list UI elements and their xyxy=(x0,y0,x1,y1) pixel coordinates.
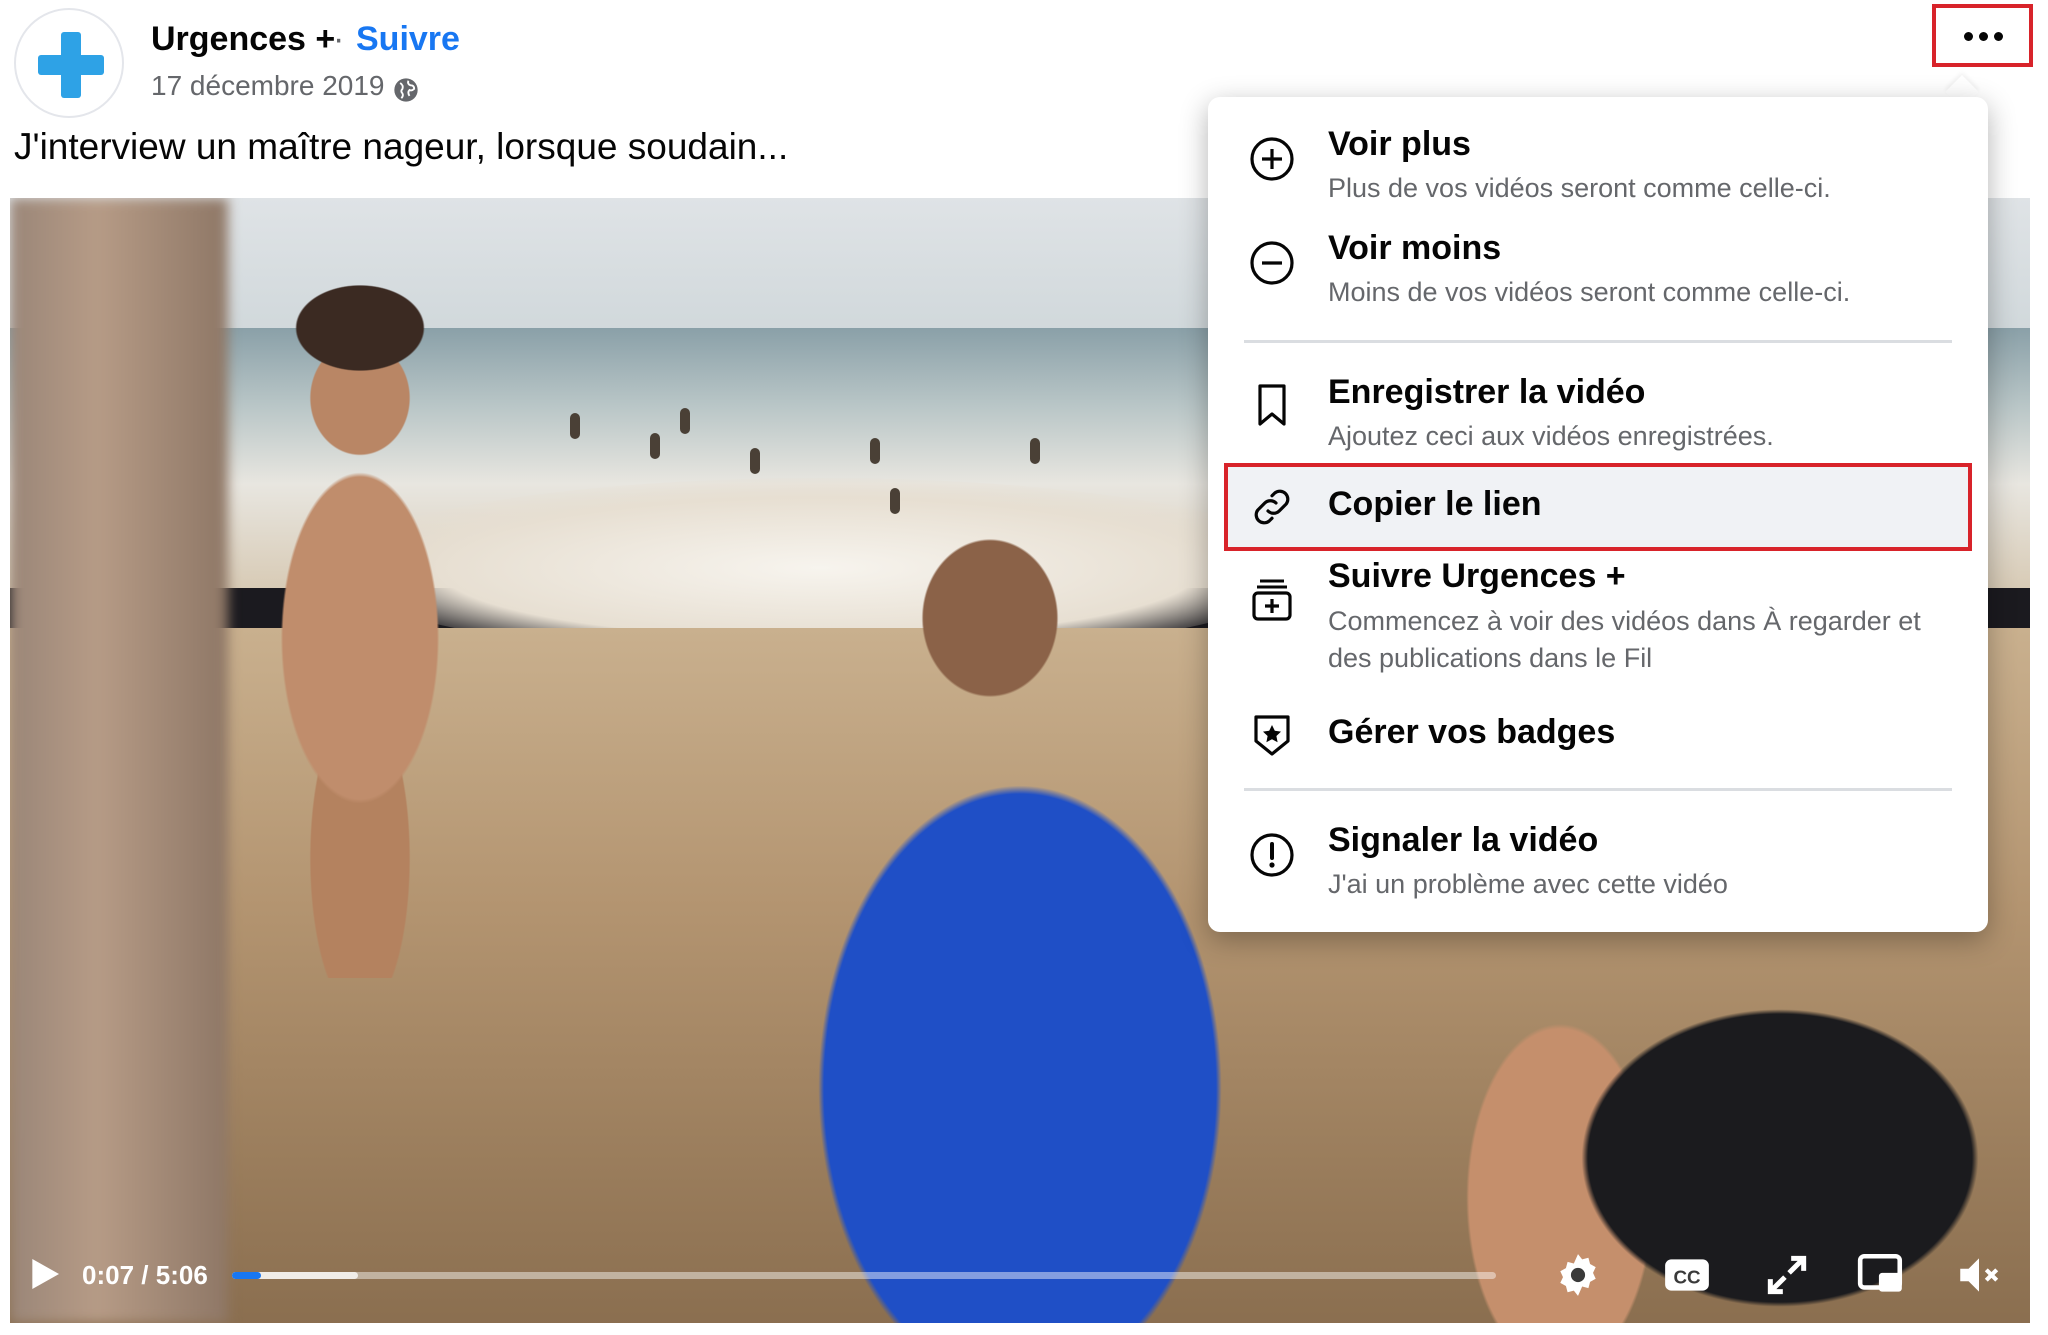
menu-divider xyxy=(1244,340,1952,343)
play-icon[interactable] xyxy=(24,1254,64,1294)
menu-item-signaler[interactable]: Signaler la vidéo J'ai un problème avec … xyxy=(1220,809,1976,919)
follow-link[interactable]: Suivre xyxy=(356,20,460,59)
more-options-button[interactable] xyxy=(1932,4,2033,67)
more-horizontal-icon xyxy=(1964,32,2003,41)
menu-item-title: Voir moins xyxy=(1328,229,1502,267)
menu-item-title: Voir plus xyxy=(1328,125,1471,163)
avatar-cross-horizontal xyxy=(38,55,104,75)
captions-icon[interactable]: CC xyxy=(1662,1250,1712,1300)
menu-item-title: Suivre Urgences + xyxy=(1328,557,1626,595)
menu-item-enregistrer[interactable]: Enregistrer la vidéo Ajoutez ceci aux vi… xyxy=(1220,359,1976,463)
menu-item-gerer-badges[interactable]: Gérer vos badges xyxy=(1220,697,1976,787)
menu-item-copier-lien[interactable]: Copier le lien xyxy=(1224,463,1972,551)
volume-muted-icon[interactable] xyxy=(1954,1250,2004,1300)
menu-item-title: Enregistrer la vidéo xyxy=(1328,373,1646,411)
menu-item-title: Copier le lien xyxy=(1328,485,1542,523)
menu-item-subtitle: Ajoutez ceci aux vidéos enregistrées. xyxy=(1328,421,1774,451)
report-icon xyxy=(1250,833,1294,877)
svg-text:CC: CC xyxy=(1673,1266,1701,1287)
fullscreen-icon[interactable] xyxy=(1762,1250,1812,1300)
page-name-link[interactable]: Urgences + xyxy=(151,20,335,59)
menu-item-suivre-page[interactable]: Suivre Urgences + Commencez à voir des v… xyxy=(1220,553,1976,693)
badge-star-icon xyxy=(1254,715,1290,756)
duration: 5:06 xyxy=(155,1260,208,1290)
video-options-menu: Voir plus Plus de vos vidéos seront comm… xyxy=(1208,97,1988,932)
plus-circle-icon xyxy=(1250,137,1294,181)
settings-icon[interactable] xyxy=(1553,1250,1603,1300)
menu-item-title: Gérer vos badges xyxy=(1328,713,1616,751)
menu-item-voir-plus[interactable]: Voir plus Plus de vos vidéos seront comm… xyxy=(1220,113,1976,217)
menu-item-voir-moins[interactable]: Voir moins Moins de vos vidéos seront co… xyxy=(1220,217,1976,321)
menu-divider xyxy=(1244,788,1952,791)
player-controls: 0:07 / 5:06 CC xyxy=(10,1230,2030,1323)
globe-icon xyxy=(394,78,418,102)
time-readout: 0:07 / 5:06 xyxy=(82,1260,208,1291)
time-separator: / xyxy=(141,1260,149,1290)
post-text: J'interview un maître nageur, lorsque so… xyxy=(14,126,789,167)
bookmark-icon xyxy=(1258,384,1286,426)
minus-circle-icon xyxy=(1250,241,1294,285)
menu-item-subtitle: Commencez à voir des vidéos dans À regar… xyxy=(1328,606,1921,673)
menu-item-title: Signaler la vidéo xyxy=(1328,821,1599,859)
menu-item-subtitle: J'ai un problème avec cette vidéo xyxy=(1328,869,1728,899)
progress-played xyxy=(232,1272,262,1279)
post-date[interactable]: 17 décembre 2019 xyxy=(151,70,385,102)
current-time: 0:07 xyxy=(82,1260,135,1290)
menu-item-subtitle: Plus de vos vidéos seront comme celle-ci… xyxy=(1328,173,1831,203)
name-separator: · xyxy=(333,20,345,58)
link-icon xyxy=(1254,489,1290,525)
follow-stack-icon xyxy=(1252,579,1292,621)
menu-item-subtitle: Moins de vos vidéos seront comme celle-c… xyxy=(1328,277,1851,307)
progress-bar[interactable] xyxy=(232,1272,1496,1279)
page-avatar[interactable] xyxy=(14,8,124,118)
picture-in-picture-icon[interactable] xyxy=(1856,1250,1906,1300)
